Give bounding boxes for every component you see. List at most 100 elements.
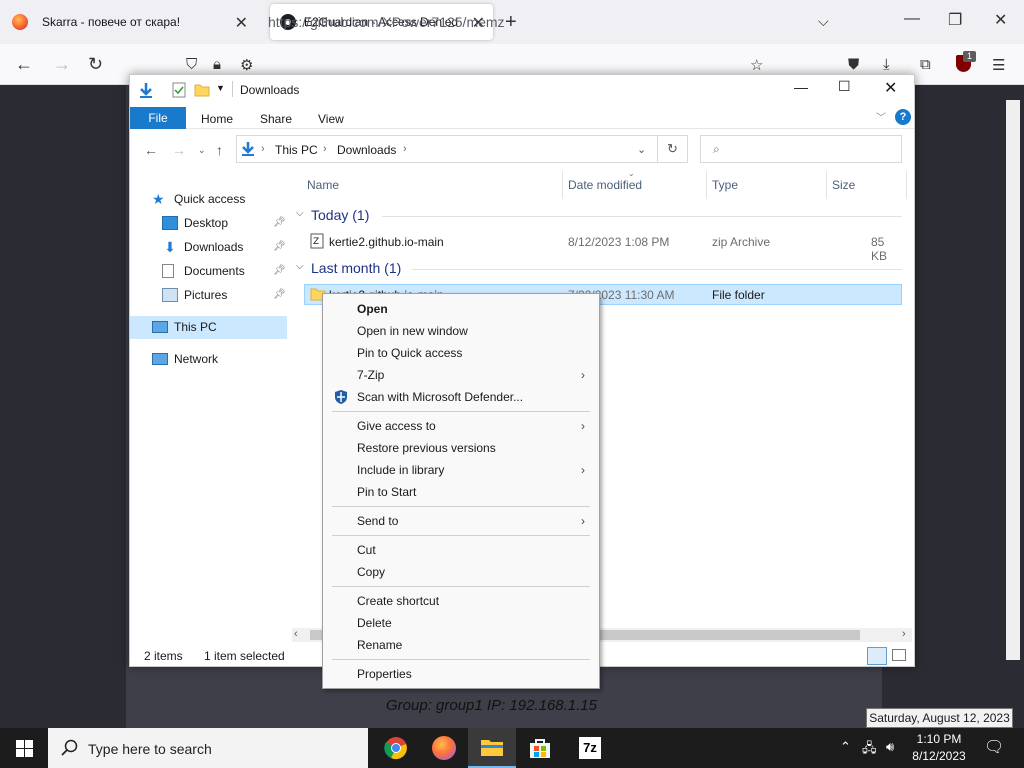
tab-file[interactable]: File xyxy=(130,107,186,129)
chrome-app-icon[interactable] xyxy=(372,728,420,768)
menu-item-rename[interactable]: Rename xyxy=(357,638,402,652)
menu-item-pin-quick-access[interactable]: Pin to Quick access xyxy=(357,346,462,360)
column-date-modified[interactable]: Date modified xyxy=(568,178,642,192)
nav-network[interactable]: Network xyxy=(152,348,282,370)
firefox-app-icon[interactable] xyxy=(420,728,468,768)
close-window-icon[interactable]: ✕ xyxy=(994,10,1007,30)
back-icon[interactable]: ← xyxy=(144,142,158,158)
7zip-app-icon[interactable]: 7z xyxy=(566,728,614,768)
scroll-right-icon[interactable]: › xyxy=(902,628,906,640)
extensions-icon[interactable]: ⧉ xyxy=(920,56,931,73)
network-tray-icon[interactable]: 🖧︎ xyxy=(862,739,877,761)
menu-item-include-library[interactable]: Include in library xyxy=(357,463,444,477)
notifications-icon[interactable]: 🗨︎ xyxy=(984,737,1004,757)
tab-home[interactable]: Home xyxy=(201,112,233,126)
explorer-title-bar: ▼ Downloads — ☐ ✕ xyxy=(130,75,914,105)
menu-item-pin-start[interactable]: Pin to Start xyxy=(357,485,416,499)
close-icon[interactable]: ✕ xyxy=(884,78,897,98)
close-tab-icon[interactable]: ✕ xyxy=(235,13,248,33)
chevron-up-icon[interactable]: ⌃ xyxy=(840,739,851,755)
large-icons-view-icon[interactable] xyxy=(892,649,906,661)
forward-icon[interactable]: → xyxy=(172,142,186,158)
breadcrumb-this-pc[interactable]: This PC xyxy=(275,143,318,157)
explorer-app-icon[interactable] xyxy=(468,728,516,768)
customize-toolbar-icon[interactable]: ▼ xyxy=(216,83,225,93)
column-divider[interactable] xyxy=(706,171,707,199)
taskbar-search-placeholder[interactable]: Type here to search xyxy=(88,741,212,757)
menu-icon[interactable]: ☰ xyxy=(992,56,1005,74)
menu-item-restore-versions[interactable]: Restore previous versions xyxy=(357,441,496,455)
7zip-icon: 7z xyxy=(579,737,601,759)
collapse-group-icon[interactable]: ⌵ xyxy=(296,261,304,272)
minimize-icon[interactable]: — xyxy=(794,79,808,95)
menu-item-create-shortcut[interactable]: Create shortcut xyxy=(357,594,439,608)
menu-item-properties[interactable]: Properties xyxy=(357,667,412,681)
file-row-zip[interactable]: Z kertie2.github.io-main 8/12/2023 1:08 … xyxy=(304,231,902,263)
new-tab-icon[interactable]: + xyxy=(505,12,517,32)
back-icon[interactable]: ← xyxy=(15,54,33,74)
url-text[interactable]: https://github.com/XPower7125/memz xyxy=(268,14,505,30)
nav-quick-access[interactable]: ★ Quick access xyxy=(152,188,282,210)
address-dropdown-icon[interactable]: ⌄ xyxy=(637,143,646,156)
properties-icon[interactable] xyxy=(172,82,186,98)
new-folder-icon[interactable] xyxy=(194,82,210,98)
reload-icon[interactable]: ↻ xyxy=(88,54,103,74)
volume-icon[interactable]: 🔊︎ xyxy=(886,739,894,755)
shield-icon[interactable]: ⛉ xyxy=(186,56,197,73)
group-header-last-month[interactable]: Last month (1) xyxy=(311,260,401,276)
title-divider xyxy=(232,81,233,97)
column-name[interactable]: Name xyxy=(307,178,339,192)
menu-item-cut[interactable]: Cut xyxy=(357,543,376,557)
minimize-icon[interactable]: — xyxy=(904,10,920,28)
forward-icon[interactable]: → xyxy=(53,54,71,74)
details-view-icon[interactable] xyxy=(867,647,887,665)
recent-locations-icon[interactable]: ⌄ xyxy=(198,145,206,156)
taskbar-clock[interactable]: 1:10 PM 8/12/2023 xyxy=(912,731,966,765)
column-divider[interactable] xyxy=(826,171,827,199)
lock-icon[interactable]: 🔒︎ xyxy=(213,56,221,73)
menu-item-delete[interactable]: Delete xyxy=(357,616,392,630)
nav-this-pc[interactable]: This PC xyxy=(152,316,282,338)
chrome-icon xyxy=(384,737,407,760)
tab-share[interactable]: Share xyxy=(260,112,292,126)
chevron-down-icon[interactable]: ⌵ xyxy=(818,13,829,30)
nav-label: Pictures xyxy=(184,288,228,302)
tab-view[interactable]: View xyxy=(318,112,344,126)
address-bar[interactable]: › This PC › Downloads › ⌄ xyxy=(236,135,658,163)
group-header-today[interactable]: Today (1) xyxy=(311,207,369,223)
up-icon[interactable]: ↑ xyxy=(216,142,223,158)
column-type[interactable]: Type xyxy=(712,178,738,192)
store-app-icon[interactable] xyxy=(516,728,564,768)
windows-start-icon[interactable] xyxy=(16,740,33,757)
breadcrumb-separator-icon: › xyxy=(403,143,407,155)
column-divider[interactable] xyxy=(906,171,907,199)
maximize-icon[interactable]: ☐ xyxy=(838,78,851,95)
column-divider[interactable] xyxy=(562,171,563,199)
collapse-group-icon[interactable]: ⌵ xyxy=(296,208,304,219)
page-scrollbar[interactable] xyxy=(1006,100,1020,660)
menu-item-give-access[interactable]: Give access to xyxy=(357,419,436,433)
menu-item-open[interactable]: Open xyxy=(357,302,388,316)
clock-time: 1:10 PM xyxy=(916,732,962,746)
network-icon xyxy=(152,353,168,365)
menu-item-copy[interactable]: Copy xyxy=(357,565,385,579)
menu-item-scan-defender[interactable]: Scan with Microsoft Defender... xyxy=(357,390,523,404)
help-icon[interactable]: ? xyxy=(895,109,911,125)
expand-ribbon-icon[interactable]: ﹀ xyxy=(876,109,886,124)
menu-item-send-to[interactable]: Send to xyxy=(357,514,398,528)
tab-skarra[interactable]: Skarra - повече от скара! ✕ xyxy=(0,4,262,40)
restore-icon[interactable]: ❐ xyxy=(948,10,962,30)
menu-item-open-new-window[interactable]: Open in new window xyxy=(357,324,468,338)
bookmark-star-icon[interactable]: ☆ xyxy=(750,56,763,74)
pocket-icon[interactable]: ⛊ xyxy=(848,56,859,73)
scroll-left-icon[interactable]: ‹ xyxy=(294,628,298,640)
permissions-icon[interactable]: ⚙ xyxy=(240,56,253,74)
download-icon[interactable]: ⤓ xyxy=(883,56,890,73)
search-input[interactable]: ⌕ xyxy=(700,135,902,163)
refresh-icon[interactable]: ↻ xyxy=(658,135,688,163)
menu-item-7zip[interactable]: 7-Zip xyxy=(357,368,384,382)
firefox-favicon-icon xyxy=(12,14,28,30)
column-size[interactable]: Size xyxy=(832,178,855,192)
address-row: ← → ⌄ ↑ › This PC › Downloads › ⌄ ↻ ⌕ xyxy=(130,132,914,168)
breadcrumb-downloads[interactable]: Downloads xyxy=(337,143,396,157)
